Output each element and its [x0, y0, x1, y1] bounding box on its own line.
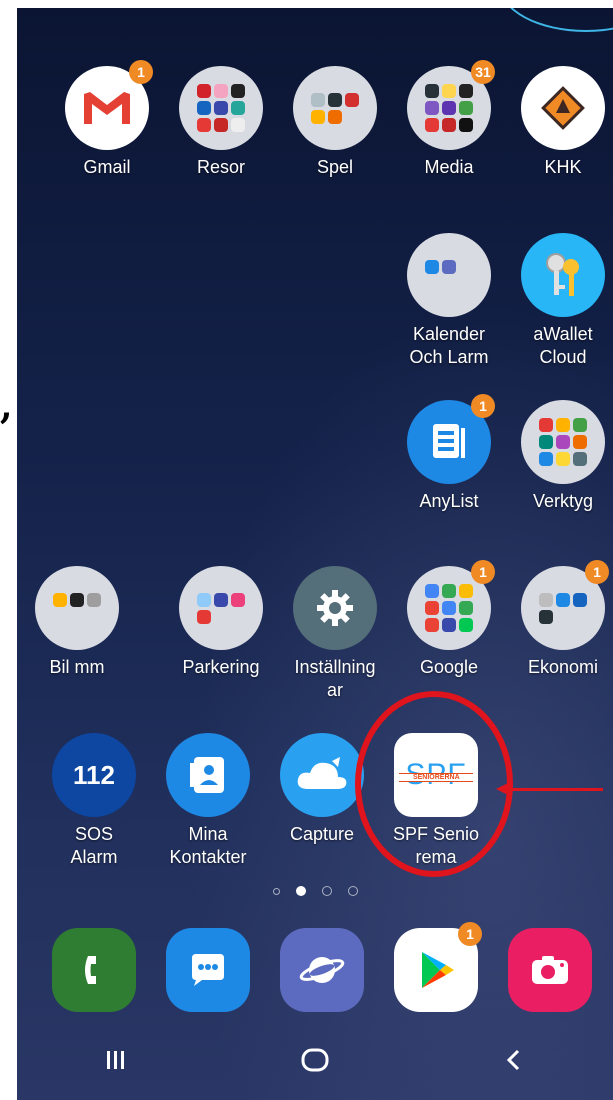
- folder-kalender[interactable]: Kalender Och Larm: [394, 233, 504, 369]
- app-label: Spel: [316, 157, 354, 177]
- highlight-circle: [355, 691, 513, 877]
- back-button[interactable]: [474, 1030, 554, 1090]
- anylist-badge: 1: [471, 394, 495, 418]
- dock-camera[interactable]: [495, 928, 605, 1012]
- app-label: KHK: [544, 157, 582, 177]
- dock-play-store[interactable]: 1: [381, 922, 491, 1012]
- app-label: Parkering: [182, 657, 260, 677]
- phone-home-screen: 1 Gmail Resor Spel 31 Media KHK Kalender…: [17, 8, 613, 1100]
- app-mina-kontakter[interactable]: Mina Kontakter: [153, 733, 263, 869]
- recents-icon: [107, 1051, 125, 1069]
- app-installningar[interactable]: Inställning ar: [280, 566, 390, 702]
- app-label: Ekonomi: [527, 657, 599, 677]
- folder-google[interactable]: 1 Google: [394, 560, 504, 679]
- side-mark: ,: [0, 385, 13, 427]
- folder-ekonomi[interactable]: 1 Ekonomi: [508, 560, 613, 679]
- app-awallet[interactable]: aWallet Cloud: [508, 233, 613, 369]
- annotation-arrow-line: [508, 788, 603, 791]
- recents-button[interactable]: [76, 1030, 156, 1090]
- app-label: Kalender Och Larm: [409, 324, 489, 367]
- folder-resor[interactable]: Resor: [166, 66, 276, 179]
- app-label: Capture: [289, 824, 355, 844]
- messages-icon: [166, 928, 250, 1012]
- ekonomi-badge: 1: [585, 560, 609, 584]
- camera-icon: [508, 928, 592, 1012]
- phone-icon: [52, 928, 136, 1012]
- app-label: Inställning ar: [294, 657, 376, 700]
- app-label: Bil mm: [49, 657, 105, 677]
- corner-decoration: [499, 8, 613, 32]
- folder-icon: [35, 566, 119, 650]
- home-button[interactable]: [275, 1030, 355, 1090]
- app-khk[interactable]: KHK: [508, 66, 613, 179]
- folder-icon: [407, 233, 491, 317]
- list-icon: 1: [407, 394, 495, 484]
- app-anylist[interactable]: 1 AnyList: [394, 394, 504, 513]
- folder-icon: [179, 66, 263, 150]
- dock-phone[interactable]: [39, 928, 149, 1012]
- folder-verktyg[interactable]: Verktyg: [508, 400, 613, 513]
- annotation-arrow-head: [496, 781, 512, 797]
- app-label: AnyList: [419, 491, 479, 511]
- folder-media[interactable]: 31 Media: [394, 60, 504, 179]
- page-dot: [347, 886, 358, 896]
- page-indicator[interactable]: [17, 886, 613, 896]
- folder-icon: 31: [407, 60, 495, 150]
- google-badge: 1: [471, 560, 495, 584]
- sos-icon-text: 112: [73, 759, 115, 790]
- cloud-icon: [280, 733, 364, 817]
- keys-icon: [521, 233, 605, 317]
- page-dot: [321, 886, 332, 896]
- gear-icon: [293, 566, 377, 650]
- page-dot-active: [295, 886, 306, 896]
- media-badge: 31: [471, 60, 495, 84]
- folder-icon: [293, 66, 377, 150]
- contacts-icon: [166, 733, 250, 817]
- app-label: Verktyg: [532, 491, 594, 511]
- app-label: aWallet Cloud: [533, 324, 593, 367]
- app-gmail[interactable]: 1 Gmail: [52, 60, 162, 179]
- folder-icon: [521, 400, 605, 484]
- navigation-bar: [17, 1020, 613, 1100]
- app-label: Mina Kontakter: [169, 824, 247, 867]
- app-label: Gmail: [83, 157, 131, 177]
- gmail-icon: 1: [65, 60, 153, 150]
- home-icon: [301, 1048, 329, 1072]
- folder-icon: [179, 566, 263, 650]
- gmail-badge: 1: [129, 60, 153, 84]
- page-dot: [272, 888, 280, 895]
- app-sos-alarm[interactable]: 112 SOS Alarm: [39, 733, 149, 869]
- app-label: SOS Alarm: [70, 824, 118, 867]
- khk-icon: [521, 66, 605, 150]
- dock-messages[interactable]: [153, 928, 263, 1012]
- play-store-icon: 1: [394, 922, 482, 1012]
- folder-spel[interactable]: Spel: [280, 66, 390, 179]
- sos-icon: 112: [52, 733, 136, 817]
- folder-icon: 1: [407, 560, 495, 650]
- app-label: Media: [424, 157, 474, 177]
- folder-icon: 1: [521, 560, 609, 650]
- back-icon: [506, 1049, 519, 1071]
- internet-icon: [280, 928, 364, 1012]
- play-store-badge: 1: [458, 922, 482, 946]
- app-label: Google: [419, 657, 479, 677]
- dock-internet[interactable]: [267, 928, 377, 1012]
- app-label: Resor: [196, 157, 245, 177]
- folder-parkering[interactable]: Parkering: [166, 566, 276, 679]
- folder-bil-mm[interactable]: Bil mm: [22, 566, 132, 679]
